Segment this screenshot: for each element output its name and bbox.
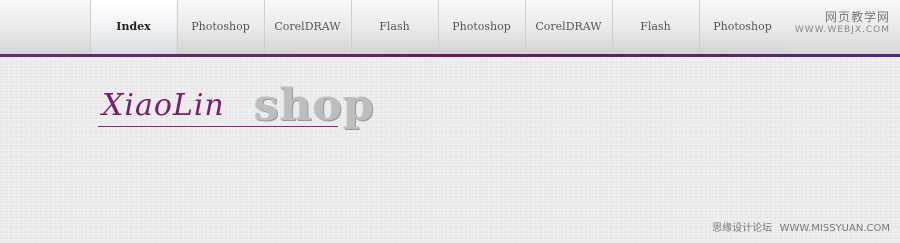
logo-shop-text: shop	[254, 80, 375, 131]
site-logo[interactable]: XiaoLin shop	[98, 80, 388, 136]
nav-menu: Index Photoshop CorelDRAW Flash Photosho…	[90, 0, 786, 54]
watermark-top-text: 网页教学网	[824, 10, 890, 24]
logo-script-text: XiaoLin	[102, 88, 225, 123]
watermark-bottom-url: WWW.MISSYUAN.COM	[779, 223, 890, 234]
nav-item-photoshop[interactable]: Photoshop	[438, 0, 524, 54]
nav-item-flash[interactable]: Flash	[612, 0, 698, 54]
nav-item-flash[interactable]: Flash	[351, 0, 437, 54]
nav-item-coreldraw[interactable]: CorelDRAW	[525, 0, 611, 54]
watermark-bottom-text: 思缘设计论坛	[712, 223, 773, 234]
watermark-bottom: 思缘设计论坛 WWW.MISSYUAN.COM	[708, 219, 890, 234]
nav-divider	[0, 54, 900, 57]
nav-item-index[interactable]: Index	[90, 0, 176, 54]
nav-item-photoshop[interactable]: Photoshop	[699, 0, 785, 54]
nav-item-coreldraw[interactable]: CorelDRAW	[264, 0, 350, 54]
top-navbar: Index Photoshop CorelDRAW Flash Photosho…	[0, 0, 900, 54]
logo-underline	[98, 126, 338, 127]
watermark-top: 网页教学网 WWW.WEBJX.COM	[795, 8, 890, 35]
nav-item-photoshop[interactable]: Photoshop	[177, 0, 263, 54]
watermark-top-url: WWW.WEBJX.COM	[794, 25, 890, 35]
